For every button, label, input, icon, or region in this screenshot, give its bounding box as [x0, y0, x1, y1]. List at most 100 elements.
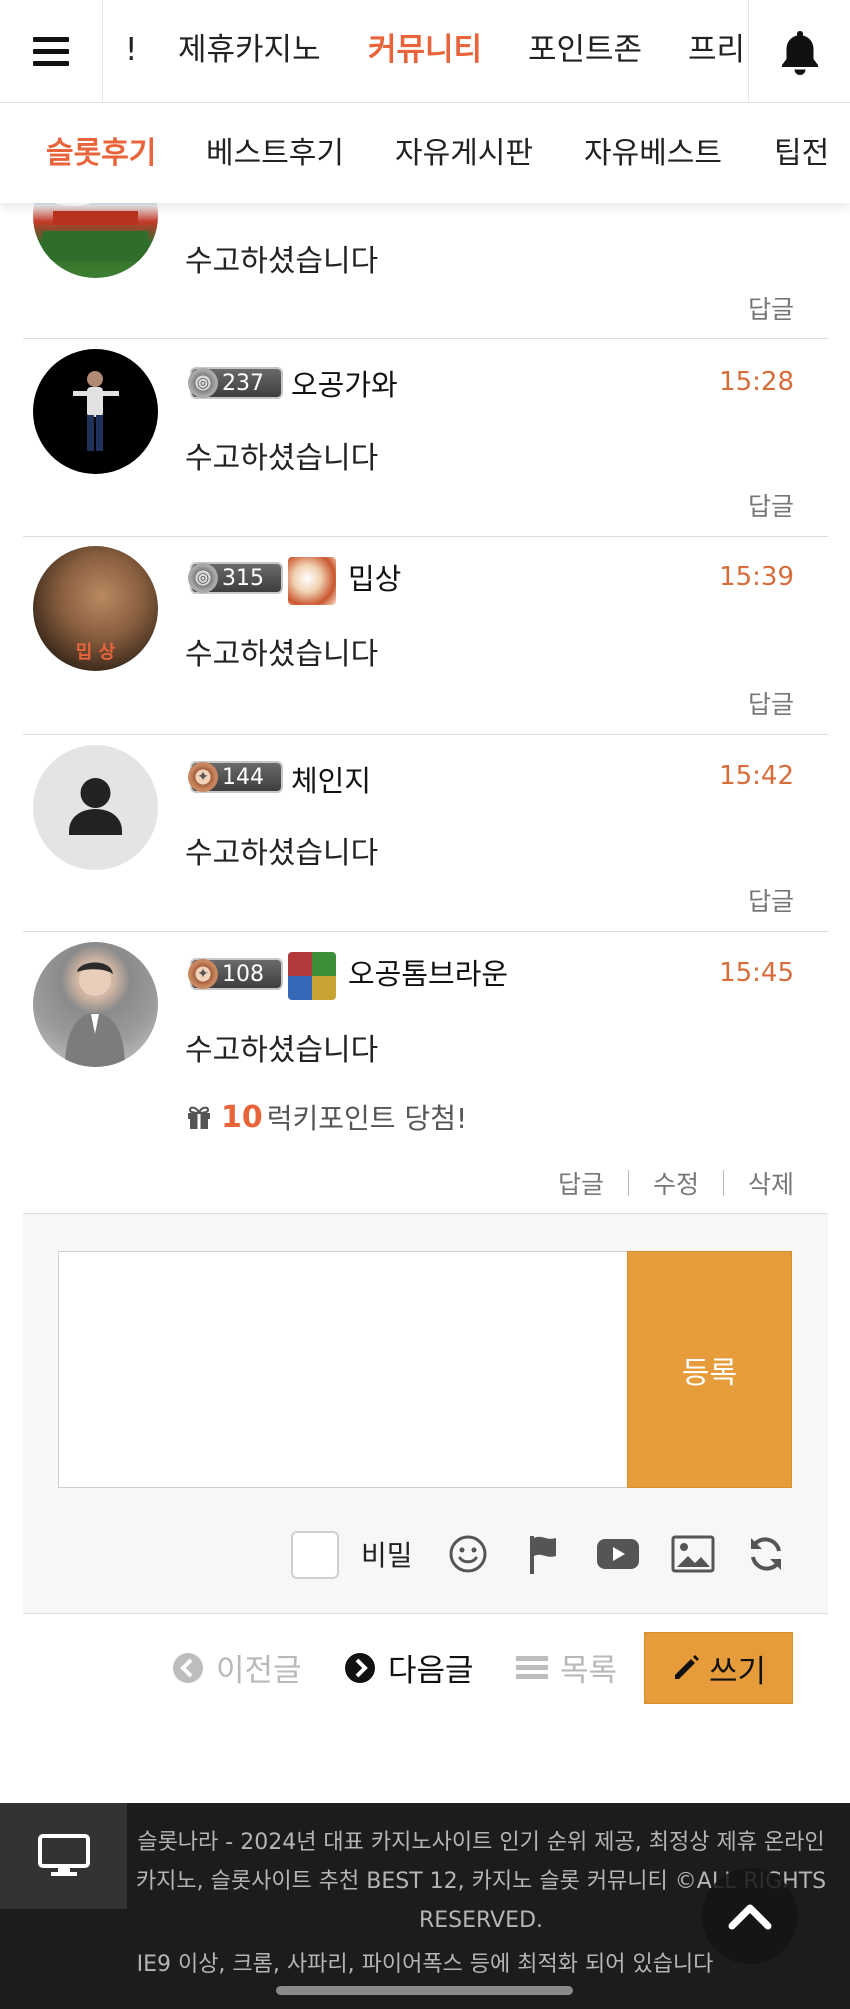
comment-item: 밉 상 ◎ 315 밉상 15:39 수고하셨습니다 답글 — [23, 537, 828, 735]
secret-label: 비밀 — [361, 1539, 413, 1572]
avatar[interactable] — [33, 349, 158, 474]
sub-nav-item-tips[interactable]: 팁전 — [774, 103, 829, 203]
lucky-point-text: 럭키포인트 당첨! — [266, 1102, 468, 1135]
next-post-label: 다음글 — [388, 1653, 474, 1689]
prev-post-label: 이전글 — [216, 1653, 302, 1689]
write-post-button[interactable]: 쓰기 — [644, 1632, 793, 1704]
comment-item: ✦ 108 오공톰브라운 15:45 수고하셨습니다 10 럭키포인트 당첨! … — [23, 932, 828, 1214]
comment-actions: 답글 수정 삭제 — [558, 1165, 794, 1201]
level-icon: ◎ — [188, 368, 218, 398]
list-label: 목록 — [560, 1653, 618, 1689]
level-badge: ◎ 315 — [188, 562, 283, 594]
level-badge: ◎ 237 — [188, 367, 283, 399]
comment-item: ◎ 237 오공가와 15:28 수고하셨습니다 답글 — [23, 339, 828, 537]
comment-text: 수고하셨습니다 — [185, 637, 379, 672]
footer: 슬롯나라 - 2024년 대표 카지노사이트 인기 순위 제공, 최정상 제휴 … — [0, 1803, 850, 2009]
chevron-left-circle-icon — [172, 1652, 204, 1684]
gift-icon — [188, 1106, 210, 1129]
lucky-point-notice: 10 럭키포인트 당첨! — [185, 1097, 467, 1137]
level-icon: ◎ — [188, 563, 218, 593]
reply-link[interactable]: 답글 — [748, 882, 794, 918]
reply-link[interactable]: 답글 — [748, 685, 794, 721]
comment-item: ✦ 144 체인지 15:42 수고하셨습니다 답글 — [23, 735, 828, 932]
avatar[interactable]: 밉 상 — [33, 546, 158, 671]
image-icon[interactable] — [671, 1532, 715, 1576]
comment-text: 수고하셨습니다 — [185, 244, 379, 279]
level-number: 144 — [222, 764, 264, 790]
sub-navigation: 슬롯후기 베스트후기 자유게시판 자유베스트 팁전 — [0, 103, 850, 203]
comment-time: 15:45 — [719, 958, 794, 988]
avatar-caption: 밉 상 — [75, 642, 116, 663]
sub-nav-item-best-review[interactable]: 베스트후기 — [206, 103, 344, 203]
monitor-icon — [37, 1834, 90, 1876]
post-navigation: 이전글 다음글 목록 쓰기 — [0, 1630, 850, 1705]
comment-write-box: 등록 비밀 — [23, 1214, 828, 1614]
reply-link[interactable]: 답글 — [748, 487, 794, 523]
list-icon — [516, 1654, 548, 1682]
comment-tools: 비밀 — [23, 1524, 828, 1584]
avatar-image — [73, 371, 119, 451]
pc-version-button[interactable] — [0, 1803, 127, 1909]
write-label: 쓰기 — [708, 1653, 767, 1690]
chevron-up-icon — [728, 1904, 772, 1930]
level-badge: ✦ 108 — [188, 958, 283, 990]
comment-text: 수고하셨습니다 — [185, 836, 379, 871]
edit-link[interactable]: 수정 — [653, 1165, 699, 1201]
pencil-icon — [671, 1653, 701, 1683]
list-button[interactable]: 목록 — [516, 1630, 617, 1705]
delete-link[interactable]: 삭제 — [748, 1165, 794, 1201]
top-navigation: ! 제휴카지노 커뮤니티 포인트존 프리 — [0, 0, 850, 103]
top-nav-item-partial[interactable]: ! — [125, 0, 137, 103]
nickname[interactable]: 밉상 — [348, 556, 401, 598]
sub-nav-item-free-best[interactable]: 자유베스트 — [584, 103, 722, 203]
flag-icon[interactable] — [522, 1532, 566, 1576]
level-number: 237 — [222, 370, 264, 396]
comment-time: 15:28 — [719, 367, 794, 397]
comment-input[interactable] — [58, 1251, 628, 1488]
submit-comment-button[interactable]: 등록 — [627, 1251, 792, 1488]
nickname[interactable]: 오공가와 — [291, 362, 398, 404]
scroll-top-button[interactable] — [702, 1868, 798, 1964]
chevron-right-circle-icon — [344, 1652, 376, 1684]
hamburger-icon — [33, 49, 69, 54]
prev-post-button[interactable]: 이전글 — [172, 1630, 302, 1705]
secret-checkbox[interactable] — [291, 1531, 339, 1579]
avatar[interactable] — [33, 745, 158, 870]
smile-icon[interactable] — [446, 1532, 490, 1576]
refresh-icon[interactable] — [744, 1532, 788, 1576]
next-post-button[interactable]: 다음글 — [344, 1630, 474, 1705]
comment-time: 15:42 — [719, 761, 794, 791]
nickname[interactable]: 오공톰브라운 — [348, 951, 508, 993]
level-icon: ✦ — [188, 762, 218, 792]
top-nav-item-partner-casino[interactable]: 제휴카지노 — [178, 0, 321, 103]
default-user-icon — [69, 778, 122, 835]
divider — [722, 1170, 724, 1196]
bell-icon — [781, 30, 818, 75]
emblem-icon — [288, 952, 336, 1000]
level-number: 108 — [222, 961, 264, 987]
reply-link[interactable]: 답글 — [748, 290, 794, 326]
avatar-image — [65, 962, 125, 1067]
sub-nav-item-free-board[interactable]: 자유게시판 — [395, 103, 533, 203]
level-badge: ✦ 144 — [188, 761, 283, 793]
hamburger-menu-button[interactable] — [0, 0, 103, 103]
nickname[interactable]: 체인지 — [291, 758, 371, 800]
notification-button[interactable] — [748, 0, 850, 103]
top-nav-items: ! 제휴카지노 커뮤니티 포인트존 프리 — [103, 0, 748, 103]
comment-time: 15:39 — [719, 562, 794, 592]
comment-text: 수고하셨습니다 — [185, 1033, 379, 1068]
emblem-icon — [288, 557, 336, 605]
reply-link[interactable]: 답글 — [558, 1165, 604, 1201]
level-number: 315 — [222, 565, 264, 591]
level-icon: ✦ — [188, 959, 218, 989]
top-nav-item-free[interactable]: 프리 — [688, 0, 745, 103]
home-indicator — [276, 1986, 573, 1995]
divider — [627, 1170, 629, 1196]
comment-text: 수고하셨습니다 — [185, 441, 379, 476]
top-nav-item-community[interactable]: 커뮤니티 — [368, 0, 482, 103]
sub-nav-item-slot-review[interactable]: 슬롯후기 — [46, 103, 156, 203]
lucky-point-amount: 10 — [221, 1099, 263, 1135]
top-nav-item-point-zone[interactable]: 포인트존 — [528, 0, 642, 103]
youtube-icon[interactable] — [596, 1532, 640, 1576]
avatar[interactable] — [33, 942, 158, 1067]
